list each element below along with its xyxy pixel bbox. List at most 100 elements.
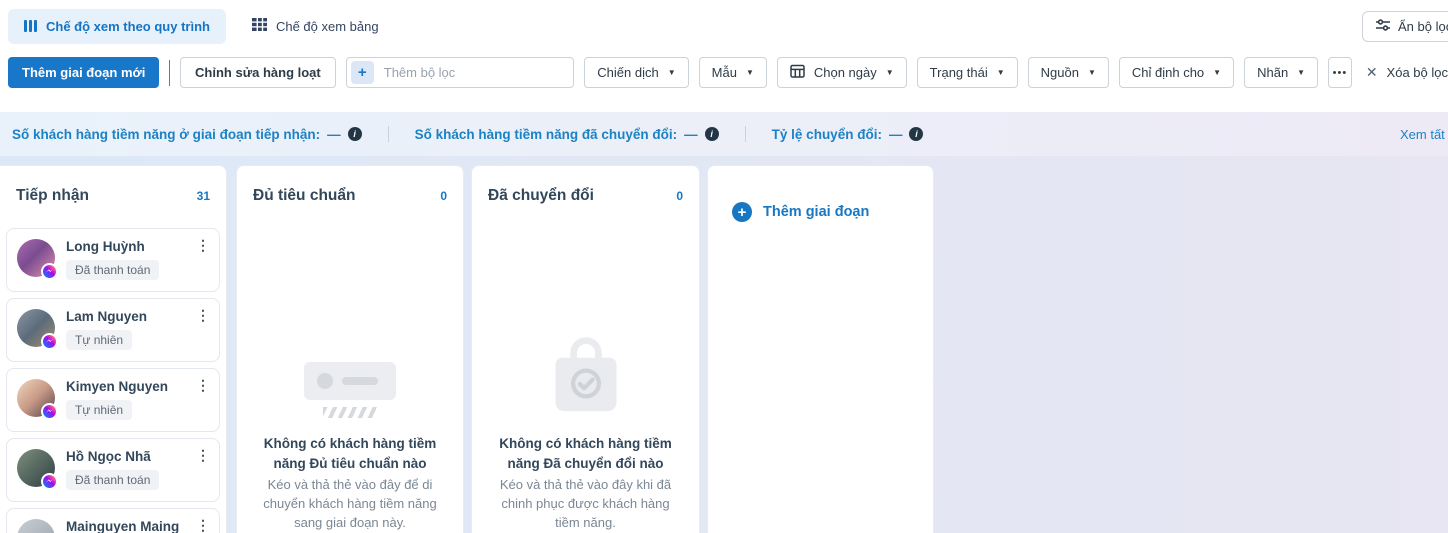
stat-conversion-rate: Tỷ lệ chuyển đổi: — i (772, 127, 924, 142)
filter-dropdown-source-label: Nguồn (1040, 65, 1079, 80)
filter-toolbar: Thêm giai đoạn mới Chỉnh sửa hàng loạt +… (8, 57, 1448, 88)
column-title: Đã chuyển đổi (488, 187, 594, 204)
lead-card-body: Kimyen Nguyen Tự nhiên (66, 377, 168, 423)
filter-dropdown-form[interactable]: Mẫu ▼ (698, 57, 767, 88)
filter-dropdown-source[interactable]: Nguồn ▼ (1027, 57, 1109, 88)
lead-name: Kimyen Nguyen (66, 379, 169, 394)
chevron-down-icon: ▼ (667, 67, 676, 77)
stat-leads-intake-label: Số khách hàng tiềm năng ở giai đoạn tiếp… (12, 126, 321, 142)
hide-filters-label: Ẩn bộ lọc (1398, 19, 1448, 34)
stat-conversion-rate-label: Tỷ lệ chuyển đổi: (771, 126, 882, 142)
column-tiep-nhan: Tiếp nhận 31 Long Huỳnh Đã thanh toán ⋮ (0, 165, 227, 533)
column-du-tieu-chuan: Đủ tiêu chuẩn 0 Không có khách hàng tiềm… (236, 165, 464, 533)
empty-state-title: Không có khách hàng tiềm năng Đủ tiêu ch… (263, 436, 437, 471)
kebab-menu-icon[interactable]: ⋮ (196, 308, 210, 322)
clear-filters-button[interactable]: ✕ Xóa bộ lọc (1366, 64, 1448, 81)
kanban-icon (24, 20, 37, 32)
filter-dropdown-assignee-label: Chỉ định cho (1131, 65, 1205, 80)
lead-name: Lam Nguyen (66, 309, 148, 324)
lead-name: Long Huỳnh (66, 239, 145, 254)
avatar (17, 519, 55, 533)
lead-tag: Đã thanh toán (66, 470, 160, 490)
lead-card[interactable]: Kimyen Nguyen Tự nhiên ⋮ (6, 368, 220, 432)
chevron-down-icon: ▼ (1297, 67, 1306, 77)
stat-leads-intake-value: — (327, 126, 341, 142)
messenger-icon (41, 473, 58, 490)
tab-process-view[interactable]: Chế độ xem theo quy trình (8, 8, 226, 44)
lead-card[interactable]: Mainguyen Maing ⋮ (6, 508, 220, 533)
chevron-down-icon: ▼ (885, 67, 894, 77)
messenger-icon (41, 263, 58, 280)
chevron-down-icon: ▼ (745, 67, 754, 77)
column-header: Đã chuyển đổi 0 (472, 166, 699, 215)
lead-card-body: Lam Nguyen Tự nhiên (66, 307, 147, 353)
info-icon[interactable]: i (909, 127, 924, 141)
empty-state-qualified: Không có khách hàng tiềm năng Đủ tiêu ch… (237, 362, 463, 533)
lead-card-list: Long Huỳnh Đã thanh toán ⋮ Lam Nguyen Tự… (0, 215, 226, 533)
tab-table-view[interactable]: Chế độ xem bảng (251, 18, 379, 34)
view-mode-tabbar: Chế độ xem theo quy trình Chế độ xem bản… (0, 0, 1448, 52)
info-icon[interactable]: i (347, 127, 362, 141)
lead-card[interactable]: Lam Nguyen Tự nhiên ⋮ (6, 298, 220, 362)
stats-bar: Số khách hàng tiềm năng ở giai đoạn tiếp… (0, 112, 1448, 156)
add-filter-input[interactable] (383, 65, 566, 80)
filter-dropdown-date[interactable]: Chọn ngày ▼ (776, 57, 907, 88)
tab-process-view-label: Chế độ xem theo quy trình (46, 18, 210, 34)
hide-filters-button[interactable]: Ẩn bộ lọc (1362, 11, 1448, 42)
column-count: 0 (676, 189, 683, 203)
add-stage-label: Thêm giai đoạn (763, 204, 870, 220)
more-filters-button[interactable]: ••• (1328, 57, 1352, 88)
stat-leads-converted: Số khách hàng tiềm năng đã chuyển đổi: —… (415, 127, 719, 142)
plus-icon[interactable]: + (350, 61, 374, 84)
empty-state-description: Kéo và thả thẻ vào đây khi đã chinh phục… (499, 477, 672, 530)
info-icon[interactable]: i (704, 127, 719, 141)
kebab-menu-icon[interactable]: ⋮ (196, 378, 210, 392)
add-stage-button[interactable]: + Thêm giai đoạn (732, 202, 933, 222)
add-new-stage-button[interactable]: Thêm giai đoạn mới (8, 57, 160, 88)
lead-card[interactable]: Long Huỳnh Đã thanh toán ⋮ (6, 228, 220, 292)
plus-circle-icon: + (732, 202, 752, 222)
stat-divider (387, 126, 389, 142)
view-all-link[interactable]: Xem tất cả (1400, 127, 1448, 142)
add-filter-field[interactable]: + (345, 57, 575, 88)
empty-state-description: Kéo và thả thẻ vào đây để di chuyển khác… (263, 477, 437, 530)
column-header: Đủ tiêu chuẩn 0 (237, 166, 463, 215)
tab-table-view-label: Chế độ xem bảng (275, 18, 379, 34)
lead-tag: Tự nhiên (66, 330, 133, 350)
filter-dropdown-label-label: Nhãn (1257, 65, 1289, 80)
filter-dropdown-form-label: Mẫu (711, 65, 737, 80)
filter-dropdown-campaign-label: Chiến dịch (597, 65, 659, 80)
avatar (17, 309, 58, 350)
ellipsis-icon: ••• (1332, 66, 1348, 79)
table-icon (251, 18, 267, 34)
stat-divider (744, 126, 746, 142)
kebab-menu-icon[interactable]: ⋮ (196, 518, 210, 532)
filter-dropdown-date-label: Chọn ngày (813, 65, 877, 80)
lead-tag: Đã thanh toán (66, 260, 160, 280)
close-icon: ✕ (1365, 64, 1378, 80)
messenger-icon (41, 333, 58, 350)
stat-leads-converted-value: — (684, 126, 698, 142)
column-count: 31 (196, 189, 210, 203)
filter-dropdown-status-label: Trạng thái (929, 65, 988, 80)
filter-dropdown-campaign[interactable]: Chiến dịch ▼ (584, 57, 689, 88)
stat-leads-converted-label: Số khách hàng tiềm năng đã chuyển đổi: (414, 126, 678, 142)
toolbar-divider (169, 59, 171, 86)
messenger-icon (41, 403, 58, 420)
kebab-menu-icon[interactable]: ⋮ (196, 448, 210, 462)
empty-state-title: Không có khách hàng tiềm năng Đã chuyển … (499, 436, 672, 471)
lead-card[interactable]: Hồ Ngọc Nhã Đã thanh toán ⋮ (6, 438, 220, 502)
column-count: 0 (440, 189, 447, 203)
column-header: Tiếp nhận 31 (0, 166, 226, 215)
lead-name: Mainguyen Maing (66, 519, 180, 533)
column-da-chuyen-doi: Đã chuyển đổi 0 Không có khách hàng tiềm… (471, 165, 700, 533)
bulk-edit-button[interactable]: Chỉnh sửa hàng loạt (180, 57, 336, 88)
lead-card-body: Mainguyen Maing (66, 517, 179, 533)
filter-dropdown-label[interactable]: Nhãn ▼ (1244, 57, 1319, 88)
kebab-menu-icon[interactable]: ⋮ (196, 238, 210, 252)
filter-dropdown-assignee[interactable]: Chỉ định cho ▼ (1118, 57, 1235, 88)
lead-card-body: Long Huỳnh Đã thanh toán (66, 237, 160, 283)
calendar-icon (790, 64, 805, 81)
lead-name: Hồ Ngọc Nhã (66, 449, 151, 464)
filter-dropdown-status[interactable]: Trạng thái ▼ (916, 57, 1018, 88)
